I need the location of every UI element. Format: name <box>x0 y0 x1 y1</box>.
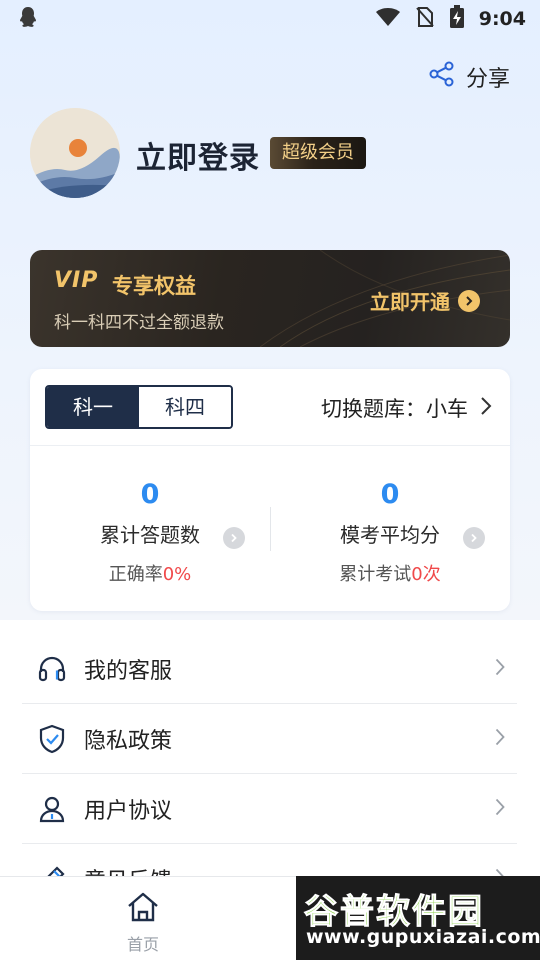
chevron-right-icon <box>495 658 505 680</box>
vip-subtitle: 科一科四不过全额退款 <box>54 313 224 333</box>
site-watermark: 谷普软件园 www.gupuxiazai.com <box>296 876 540 960</box>
share-icon <box>428 60 456 94</box>
mock-average-value: 0 <box>380 479 400 510</box>
accuracy-rate-value: 0% <box>162 564 192 585</box>
chevron-right-circle-icon <box>463 527 485 549</box>
status-bar: 9:04 <box>0 0 540 38</box>
answered-count-value: 0 <box>140 479 160 510</box>
exam-stats-card: 科一 科四 切换题库：小车 0 累计答题数 正确率0% 0 模考平均分 累计考试… <box>30 369 510 611</box>
vip-title: 专享权益 <box>112 274 196 298</box>
share-button[interactable]: 分享 <box>428 60 510 94</box>
headset-icon <box>36 653 68 685</box>
home-icon <box>126 892 160 927</box>
accuracy-rate: 正确率0% <box>108 564 192 585</box>
tab-subject-1[interactable]: 科一 <box>47 387 139 427</box>
menu-label: 隐私政策 <box>84 728 173 754</box>
chevron-right-icon <box>480 396 492 421</box>
question-bank-label: 切换题库：小车 <box>321 397 468 421</box>
settings-menu: 我的客服 隐私政策 用户协议 <box>22 634 517 914</box>
exam-count-value: 0次 <box>411 564 441 585</box>
watermark-url: www.gupuxiazai.com <box>306 926 540 948</box>
menu-label: 我的客服 <box>84 658 173 684</box>
divider <box>30 445 510 446</box>
no-sim-icon <box>415 6 435 32</box>
answered-count-stat[interactable]: 0 累计答题数 正确率0% <box>30 479 270 586</box>
menu-label: 用户协议 <box>84 798 173 824</box>
share-label: 分享 <box>465 67 510 92</box>
vip-open-label: 立即开通 <box>370 290 450 314</box>
switch-question-bank[interactable]: 切换题库：小车 <box>321 393 492 423</box>
tab-home-label: 首页 <box>126 935 159 954</box>
vip-logo: VIP <box>54 268 99 293</box>
menu-item-customer-service[interactable]: 我的客服 <box>22 634 517 704</box>
qq-icon <box>18 6 38 32</box>
chevron-right-circle-icon <box>458 289 480 312</box>
menu-item-privacy-policy[interactable]: 隐私政策 <box>22 704 517 774</box>
vip-card[interactable]: VIP 专享权益 科一科四不过全额退款 立即开通 <box>30 250 510 347</box>
vip-open-button[interactable]: 立即开通 <box>370 286 480 315</box>
shield-check-icon <box>36 723 68 755</box>
clock: 9:04 <box>478 8 526 30</box>
chevron-right-circle-icon <box>223 527 245 549</box>
chevron-right-icon <box>495 798 505 820</box>
tab-home[interactable]: 首页 <box>83 891 203 955</box>
wifi-icon <box>375 7 401 31</box>
exam-count: 累计考试0次 <box>339 564 441 585</box>
chevron-right-icon <box>495 728 505 750</box>
avatar[interactable] <box>30 108 120 198</box>
super-member-badge: 超级会员 <box>270 137 366 169</box>
menu-item-user-agreement[interactable]: 用户协议 <box>22 774 517 844</box>
mock-exam-average-stat[interactable]: 0 模考平均分 累计考试0次 <box>270 479 510 586</box>
battery-charging-icon <box>449 5 465 33</box>
tab-subject-4[interactable]: 科四 <box>139 387 231 427</box>
subject-switcher: 科一 科四 <box>45 385 233 429</box>
user-icon <box>36 793 68 825</box>
login-link[interactable]: 立即登录 <box>136 133 260 177</box>
